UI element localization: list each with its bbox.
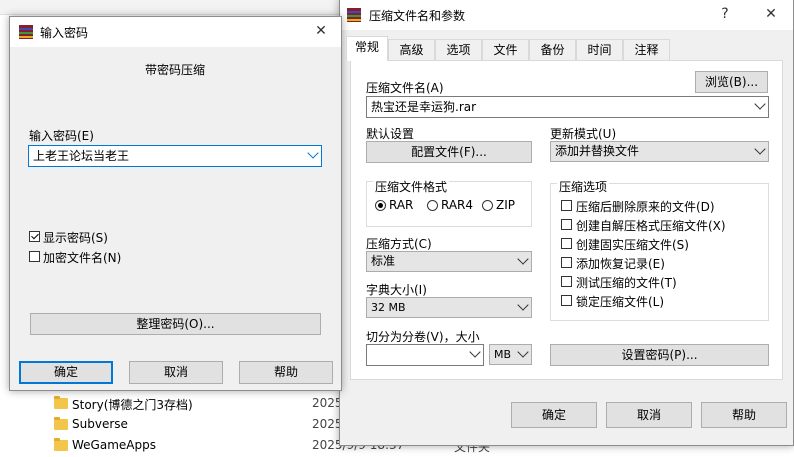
option-solid-checkbox[interactable] bbox=[561, 238, 572, 249]
password-heading: 带密码压缩 bbox=[145, 63, 206, 77]
dictionary-value: 32 MB bbox=[371, 301, 406, 314]
update-mode-select[interactable]: 添加并替换文件 bbox=[550, 141, 769, 162]
archive-parameters-dialog: 压缩文件名和参数 ? ✕ 常规 高级 选项 文件 备份 时间 注释 压缩文件名(… bbox=[339, 0, 794, 446]
option-lock-label: 锁定压缩文件(L) bbox=[576, 295, 665, 309]
option-lock-checkbox[interactable] bbox=[561, 295, 572, 306]
folder-icon bbox=[54, 396, 68, 409]
option-sfx-label: 创建自解压格式压缩文件(X) bbox=[576, 219, 726, 233]
chevron-down-icon[interactable] bbox=[307, 147, 319, 159]
set-password-button[interactable]: 设置密码(P)... bbox=[550, 344, 769, 366]
folder-icon bbox=[54, 417, 68, 430]
chevron-down-icon[interactable] bbox=[754, 143, 766, 155]
chevron-down-icon[interactable] bbox=[517, 253, 529, 265]
tab-backup[interactable]: 备份 bbox=[529, 39, 576, 60]
password-label: 输入密码(E) bbox=[29, 129, 94, 143]
format-label: 压缩文件格式 bbox=[373, 178, 450, 195]
help-button[interactable]: 帮助 bbox=[239, 361, 333, 384]
file-name: Story(博德之门3存档) bbox=[72, 398, 193, 412]
close-icon[interactable]: ✕ bbox=[748, 0, 794, 30]
winrar-icon bbox=[347, 8, 361, 22]
default-settings-label: 默认设置 bbox=[366, 127, 415, 141]
split-volume-combobox[interactable] bbox=[366, 344, 484, 366]
option-solid-label: 创建固实压缩文件(S) bbox=[576, 238, 689, 252]
tab-comment[interactable]: 注释 bbox=[623, 39, 670, 60]
tab-time[interactable]: 时间 bbox=[576, 39, 623, 60]
password-value: 上老王论坛当老王 bbox=[33, 149, 130, 163]
split-volume-label: 切分为分卷(V)，大小 bbox=[366, 330, 480, 344]
general-tab-panel: 压缩文件名(A) 浏览(B)... 热宝还是幸运狗.rar 默认设置 配置文件(… bbox=[350, 60, 783, 380]
method-select[interactable]: 标准 bbox=[366, 251, 532, 272]
encrypt-filenames-checkbox[interactable] bbox=[29, 251, 40, 262]
split-unit-value: MB bbox=[494, 348, 512, 361]
password-combobox[interactable]: 上老王论坛当老王 bbox=[28, 145, 322, 167]
dictionary-label: 字典大小(I) bbox=[366, 283, 427, 297]
dictionary-select[interactable]: 32 MB bbox=[366, 297, 532, 318]
tab-files[interactable]: 文件 bbox=[482, 39, 529, 60]
tab-general[interactable]: 常规 bbox=[346, 36, 388, 61]
archive-name-value: 热宝还是幸运狗.rar bbox=[371, 100, 477, 114]
help-icon[interactable]: ? bbox=[702, 0, 748, 30]
option-delete-after-checkbox[interactable] bbox=[561, 200, 572, 211]
chevron-down-icon[interactable] bbox=[469, 346, 481, 358]
browse-button[interactable]: 浏览(B)... bbox=[695, 71, 768, 93]
archive-name-label: 压缩文件名(A) bbox=[366, 81, 444, 95]
options-label: 压缩选项 bbox=[557, 178, 610, 195]
ok-button[interactable]: 确定 bbox=[511, 402, 597, 428]
format-zip-label: ZIP bbox=[496, 198, 515, 212]
show-password-label: 显示密码(S) bbox=[43, 231, 108, 245]
update-mode-label: 更新模式(U) bbox=[550, 127, 617, 141]
close-icon[interactable]: ✕ bbox=[301, 17, 341, 47]
cancel-button[interactable]: 取消 bbox=[129, 361, 223, 384]
format-rar4-label: RAR4 bbox=[441, 198, 474, 212]
chevron-down-icon[interactable] bbox=[754, 98, 766, 110]
option-test-label: 测试压缩的文件(T) bbox=[576, 276, 677, 290]
option-delete-after-label: 压缩后删除原来的文件(D) bbox=[576, 200, 715, 214]
chevron-down-icon[interactable] bbox=[517, 346, 529, 358]
format-zip-radio[interactable] bbox=[482, 200, 493, 211]
tab-advanced[interactable]: 高级 bbox=[388, 39, 435, 60]
encrypt-filenames-label: 加密文件名(N) bbox=[43, 251, 122, 265]
archive-name-combobox[interactable]: 热宝还是幸运狗.rar bbox=[366, 96, 769, 118]
file-date: 2025 bbox=[312, 417, 343, 431]
file-name: Subverse bbox=[72, 417, 128, 431]
format-rar4-radio[interactable] bbox=[427, 200, 438, 211]
method-label: 压缩方式(C) bbox=[366, 237, 432, 251]
ok-button[interactable]: 确定 bbox=[19, 361, 113, 384]
method-value: 标准 bbox=[371, 254, 396, 268]
cancel-button[interactable]: 取消 bbox=[606, 402, 692, 428]
password-dialog-title: 输入密码 bbox=[40, 26, 89, 40]
tab-options[interactable]: 选项 bbox=[435, 39, 482, 60]
option-test-checkbox[interactable] bbox=[561, 276, 572, 287]
winrar-icon bbox=[19, 25, 33, 39]
password-dialog-titlebar[interactable]: 输入密码 ✕ bbox=[10, 17, 341, 47]
help-button[interactable]: 帮助 bbox=[701, 402, 787, 428]
format-rar-radio[interactable] bbox=[375, 200, 386, 211]
format-rar-label: RAR bbox=[389, 198, 414, 212]
profile-button[interactable]: 配置文件(F)... bbox=[366, 141, 532, 163]
file-name: WeGameApps bbox=[72, 438, 156, 452]
archive-dialog-titlebar[interactable]: 压缩文件名和参数 ? ✕ bbox=[340, 0, 793, 30]
show-password-checkbox[interactable] bbox=[29, 231, 40, 242]
organize-passwords-button[interactable]: 整理密码(O)... bbox=[30, 313, 321, 335]
chevron-down-icon[interactable] bbox=[517, 299, 529, 311]
password-dialog: 输入密码 ✕ 带密码压缩 输入密码(E) 上老王论坛当老王 显示密码(S) 加密… bbox=[9, 16, 342, 391]
option-sfx-checkbox[interactable] bbox=[561, 219, 572, 230]
file-date: 2025 bbox=[312, 396, 343, 410]
update-mode-value: 添加并替换文件 bbox=[555, 144, 640, 158]
option-recovery-checkbox[interactable] bbox=[561, 257, 572, 268]
split-unit-select[interactable]: MB bbox=[489, 344, 532, 365]
option-recovery-label: 添加恢复记录(E) bbox=[576, 257, 665, 271]
archive-dialog-title: 压缩文件名和参数 bbox=[369, 9, 466, 23]
